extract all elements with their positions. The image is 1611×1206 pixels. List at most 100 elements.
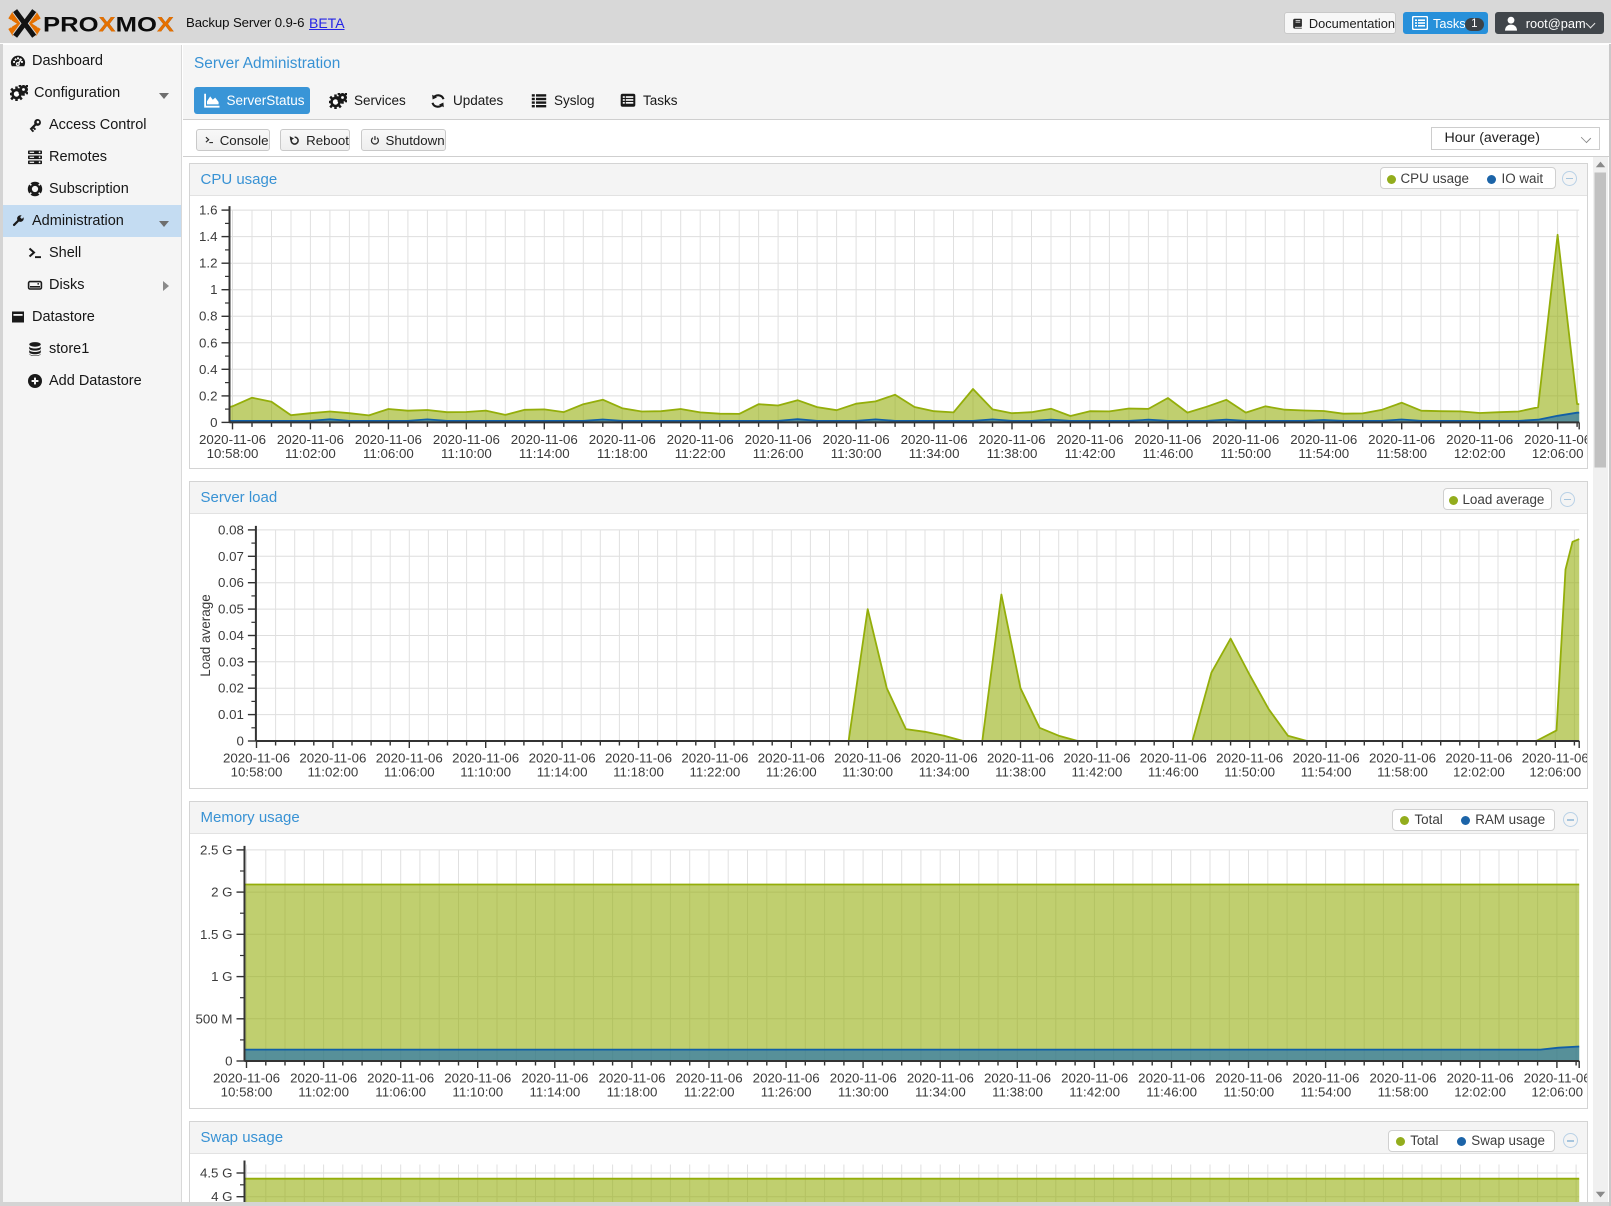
svg-text:11:30:00: 11:30:00 [830,445,881,460]
svg-text:4.5 G: 4.5 G [199,1165,232,1180]
svg-text:2020-11-06: 2020-11-06 [1061,1070,1128,1085]
svg-text:2020-11-06: 2020-11-06 [588,431,655,446]
svg-text:2 G: 2 G [211,884,232,899]
svg-text:11:34:00: 11:34:00 [908,445,959,460]
svg-text:2020-11-06: 2020-11-06 [906,1070,973,1085]
svg-text:2020-11-06: 2020-11-06 [276,431,343,446]
svg-text:0.05: 0.05 [218,601,244,616]
svg-text:2020-11-06: 2020-11-06 [829,1070,896,1085]
svg-text:0.6: 0.6 [199,335,218,350]
svg-text:11:18:00: 11:18:00 [606,1084,657,1099]
svg-text:11:58:00: 11:58:00 [1377,1084,1428,1099]
svg-text:1.2: 1.2 [199,255,218,270]
svg-text:11:06:00: 11:06:00 [363,445,414,460]
svg-text:11:06:00: 11:06:00 [383,764,434,779]
svg-text:2020-11-06: 2020-11-06 [1292,750,1359,765]
svg-text:2020-11-06: 2020-11-06 [1063,750,1130,765]
svg-text:11:46:00: 11:46:00 [1147,764,1198,779]
svg-text:2020-11-06: 2020-11-06 [299,750,366,765]
svg-text:11:26:00: 11:26:00 [760,1084,811,1099]
svg-text:11:50:00: 11:50:00 [1223,1084,1274,1099]
svg-text:2020-11-06: 2020-11-06 [834,750,901,765]
svg-text:11:10:00: 11:10:00 [460,764,511,779]
svg-text:2.5 G: 2.5 G [199,842,232,857]
svg-text:2020-11-06: 2020-11-06 [822,431,889,446]
svg-text:2020-11-06: 2020-11-06 [198,431,265,446]
svg-text:11:22:00: 11:22:00 [683,1084,734,1099]
svg-text:2020-11-06: 2020-11-06 [1369,1070,1436,1085]
svg-text:11:50:00: 11:50:00 [1220,445,1271,460]
svg-text:2020-11-06: 2020-11-06 [510,431,577,446]
svg-text:2020-11-06: 2020-11-06 [1524,431,1587,446]
svg-text:0.8: 0.8 [199,308,218,323]
svg-text:11:58:00: 11:58:00 [1376,445,1427,460]
svg-text:2020-11-06: 2020-11-06 [528,750,595,765]
svg-text:2020-11-06: 2020-11-06 [452,750,519,765]
svg-text:0.03: 0.03 [218,654,244,669]
svg-text:10:58:00: 10:58:00 [206,445,258,460]
svg-text:11:10:00: 11:10:00 [441,445,492,460]
svg-text:0: 0 [225,1053,232,1068]
svg-text:2020-11-06: 2020-11-06 [744,431,811,446]
svg-text:11:50:00: 11:50:00 [1224,764,1275,779]
svg-text:11:46:00: 11:46:00 [1142,445,1193,460]
svg-text:0: 0 [210,414,217,429]
svg-text:11:02:00: 11:02:00 [298,1084,349,1099]
svg-text:2020-11-06: 2020-11-06 [1292,1070,1359,1085]
svg-text:2020-11-06: 2020-11-06 [983,1070,1050,1085]
svg-text:11:54:00: 11:54:00 [1298,445,1349,460]
svg-text:1.6: 1.6 [199,202,218,217]
svg-text:11:38:00: 11:38:00 [992,1084,1043,1099]
svg-text:4 G: 4 G [211,1189,232,1202]
svg-text:2020-11-06: 2020-11-06 [900,431,967,446]
svg-text:11:54:00: 11:54:00 [1300,764,1351,779]
svg-text:11:14:00: 11:14:00 [529,1084,580,1099]
svg-text:11:14:00: 11:14:00 [518,445,569,460]
svg-text:11:18:00: 11:18:00 [596,445,647,460]
svg-text:X: X [157,13,175,37]
svg-text:11:42:00: 11:42:00 [1071,764,1122,779]
svg-text:X: X [99,13,117,37]
svg-text:12:06:00: 12:06:00 [1531,445,1583,460]
svg-text:2020-11-06: 2020-11-06 [222,750,289,765]
svg-text:0.4: 0.4 [199,361,218,376]
svg-text:11:22:00: 11:22:00 [689,764,740,779]
svg-text:11:42:00: 11:42:00 [1064,445,1115,460]
svg-text:2020-11-06: 2020-11-06 [1368,431,1435,446]
svg-text:2020-11-06: 2020-11-06 [604,750,671,765]
svg-text:2020-11-06: 2020-11-06 [1446,431,1513,446]
svg-text:1: 1 [210,282,217,297]
svg-text:2020-11-06: 2020-11-06 [1212,431,1279,446]
svg-text:10:58:00: 10:58:00 [220,1084,272,1099]
svg-text:11:34:00: 11:34:00 [918,764,969,779]
svg-text:2020-11-06: 2020-11-06 [212,1070,279,1085]
svg-text:0.04: 0.04 [218,628,244,643]
svg-text:1.4: 1.4 [199,229,218,244]
svg-text:11:02:00: 11:02:00 [307,764,358,779]
svg-text:11:06:00: 11:06:00 [375,1084,426,1099]
svg-text:12:02:00: 12:02:00 [1454,1084,1506,1099]
svg-text:11:42:00: 11:42:00 [1069,1084,1120,1099]
svg-text:500 M: 500 M [195,1011,232,1026]
svg-text:2020-11-06: 2020-11-06 [910,750,977,765]
svg-text:2020-11-06: 2020-11-06 [354,431,421,446]
svg-text:12:02:00: 12:02:00 [1453,764,1505,779]
svg-text:2020-11-06: 2020-11-06 [666,431,733,446]
svg-text:2020-11-06: 2020-11-06 [375,750,442,765]
svg-text:11:38:00: 11:38:00 [995,764,1046,779]
svg-text:11:02:00: 11:02:00 [285,445,336,460]
svg-text:11:30:00: 11:30:00 [842,764,893,779]
svg-text:12:02:00: 12:02:00 [1453,445,1505,460]
svg-text:11:26:00: 11:26:00 [765,764,816,779]
svg-text:12:06:00: 12:06:00 [1529,764,1581,779]
svg-text:2020-11-06: 2020-11-06 [675,1070,742,1085]
svg-text:0.01: 0.01 [218,707,244,722]
svg-text:2020-11-06: 2020-11-06 [1056,431,1123,446]
svg-text:0: 0 [236,733,243,748]
svg-text:12:06:00: 12:06:00 [1531,1084,1583,1099]
svg-text:11:38:00: 11:38:00 [986,445,1037,460]
svg-text:2020-11-06: 2020-11-06 [290,1070,357,1085]
svg-text:11:30:00: 11:30:00 [837,1084,888,1099]
svg-text:2020-11-06: 2020-11-06 [752,1070,819,1085]
svg-text:0.02: 0.02 [218,680,244,695]
